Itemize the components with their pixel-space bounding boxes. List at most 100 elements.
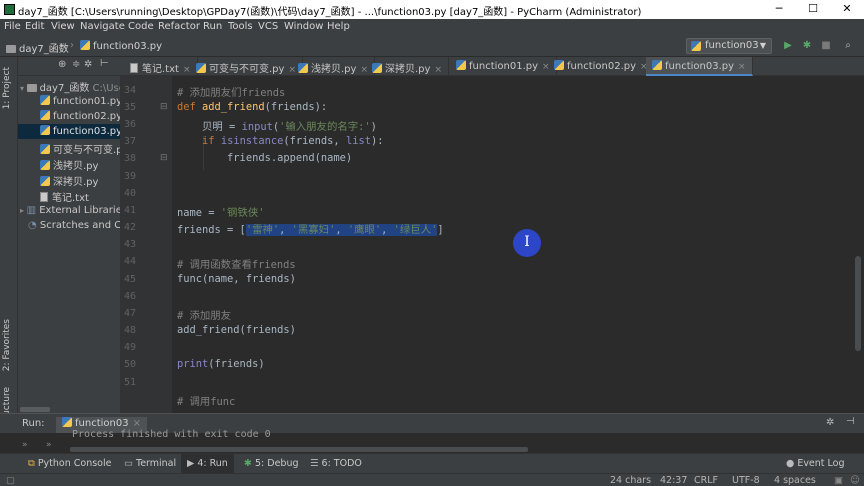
close-icon[interactable]: ×: [738, 62, 746, 72]
debug-icon[interactable]: ✱: [799, 38, 815, 54]
tool-debug[interactable]: ✱ 5: Debug: [244, 458, 299, 469]
selection-count: 24 chars: [610, 475, 652, 486]
close-button[interactable]: ✕: [832, 0, 862, 19]
expand-arrow-icon: ▾: [20, 84, 27, 93]
mouse-cursor-indicator: I: [513, 229, 541, 257]
tree-file-shallow-copy[interactable]: 浅拷贝.py: [40, 157, 120, 172]
line-number: 35: [123, 102, 136, 113]
menu-window[interactable]: Window: [284, 21, 323, 32]
tree-file-function03[interactable]: function03.py: [18, 124, 120, 139]
breadcrumb-file[interactable]: function03.py: [80, 40, 162, 52]
code-line-35: def add_friend(friends):: [177, 101, 328, 113]
tool-todo[interactable]: ☰ 6: TODO: [310, 458, 362, 469]
menu-edit[interactable]: Edit: [25, 21, 44, 32]
tab-function02[interactable]: function02.py ×: [548, 57, 655, 76]
line-number: 51: [123, 377, 136, 388]
double-chevron-icon[interactable]: »: [46, 440, 52, 450]
code-line-44: # 调用函数查看friends: [177, 259, 296, 271]
line-number: 41: [123, 205, 136, 216]
menu-tools[interactable]: Tools: [228, 21, 253, 32]
folder-icon: [26, 84, 37, 92]
gear-icon[interactable]: ✲: [826, 417, 834, 428]
stop-icon[interactable]: ■: [818, 38, 834, 54]
tab-function01[interactable]: function01.py ×: [450, 57, 557, 76]
breadcrumb-project[interactable]: day7_函数: [6, 40, 69, 55]
hide-icon[interactable]: ⊢: [100, 58, 109, 69]
target-icon[interactable]: ⊕: [58, 59, 66, 70]
run-config-select[interactable]: function03 ▼: [686, 38, 772, 54]
line-number: 47: [123, 308, 136, 319]
editor-tabs: 笔记.txt × 可变与不可变.py × 浅拷贝.py × 深拷贝.py × funct…: [120, 57, 864, 76]
line-number: 39: [123, 171, 136, 182]
tree-root[interactable]: ▾ day7_函数 C:\Use: [20, 79, 120, 94]
project-scrollbar[interactable]: [20, 407, 50, 412]
tree-scratches[interactable]: ◔ Scratches and Co: [20, 220, 120, 231]
close-icon[interactable]: ×: [434, 65, 442, 75]
tab-project[interactable]: 1: Project: [2, 67, 12, 109]
tab-mutable[interactable]: 可变与不可变.py ×: [190, 57, 303, 76]
editor-scrollbar[interactable]: [852, 76, 864, 413]
tab-deep-copy[interactable]: 深拷贝.py ×: [366, 57, 449, 76]
indent-setting[interactable]: 4 spaces: [774, 475, 816, 486]
menu-code[interactable]: Code: [128, 21, 154, 32]
tab-function03[interactable]: function03.py ×: [646, 57, 753, 76]
fold-marker-icon[interactable]: ⊟: [160, 153, 168, 163]
tree-file-function01[interactable]: function01.py: [40, 95, 120, 107]
python-file-icon: [40, 160, 50, 170]
menu-view[interactable]: View: [51, 21, 75, 32]
maximize-button[interactable]: ☐: [798, 0, 828, 19]
tree-file-deep-copy[interactable]: 深拷贝.py: [40, 173, 120, 188]
scratches-icon: ◔: [28, 220, 40, 231]
scrollbar-thumb[interactable]: [855, 256, 861, 351]
minimize-button[interactable]: ─: [764, 0, 794, 19]
python-file-icon: [62, 417, 72, 427]
tool-terminal[interactable]: ▭ Terminal: [124, 458, 176, 469]
hide-panel-icon[interactable]: ⊣: [846, 416, 855, 427]
menu-help[interactable]: Help: [327, 21, 350, 32]
menu-refactor[interactable]: Refactor: [158, 21, 200, 32]
collapse-icon[interactable]: ≑: [72, 59, 80, 70]
tree-file-notes[interactable]: 笔记.txt: [40, 189, 120, 204]
tree-file-mutable[interactable]: 可变与不可变.p: [40, 141, 120, 156]
fold-marker-icon[interactable]: ⊟: [160, 102, 168, 112]
tree-file-function02[interactable]: function02.py: [40, 110, 120, 122]
project-panel-header: ⊕ ≑ ✲ ⊢: [18, 57, 120, 76]
code-line-42: friends = ['雷神', '黑寡妇', '鹰眼', '绿巨人']: [177, 224, 444, 236]
tab-notes[interactable]: 笔记.txt ×: [124, 57, 198, 76]
close-icon[interactable]: ×: [133, 418, 141, 429]
line-separator[interactable]: CRLF: [694, 475, 718, 486]
tab-shallow-copy[interactable]: 浅拷贝.py ×: [292, 57, 375, 76]
inspector-icon[interactable]: ☺: [850, 475, 860, 486]
menu-run[interactable]: Run: [203, 21, 222, 32]
line-number: 36: [123, 119, 136, 130]
run-icon: ▶: [187, 458, 198, 469]
tool-run[interactable]: ▶ 4: Run: [181, 454, 234, 473]
run-icon[interactable]: ▶: [780, 38, 796, 54]
python-file-icon: [554, 60, 564, 70]
double-chevron-icon[interactable]: »: [22, 440, 28, 450]
gear-icon[interactable]: ✲: [84, 59, 92, 70]
tool-python-console[interactable]: ⧉ Python Console: [28, 458, 111, 469]
line-number: 42: [123, 222, 136, 233]
line-number: 48: [123, 325, 136, 336]
layout-icon[interactable]: ▢: [6, 475, 15, 486]
title-bar: day7_函数 [C:\Users\running\Desktop\GPDay7…: [0, 0, 864, 19]
line-number: 46: [123, 291, 136, 302]
menu-vcs[interactable]: VCS: [258, 21, 278, 32]
tool-window-bar: ⧉ Python Console ▭ Terminal ▶ 4: Run ✱ 5…: [0, 453, 864, 473]
code-line-45: func(name, friends): [177, 273, 296, 285]
text-file-icon: [40, 192, 48, 202]
menu-file[interactable]: File: [4, 21, 21, 32]
breadcrumb-separator-icon: ›: [70, 40, 74, 51]
lock-icon[interactable]: ▣: [834, 475, 843, 486]
console-scrollbar[interactable]: [70, 447, 528, 452]
cursor-position[interactable]: 42:37: [660, 475, 687, 486]
menu-navigate[interactable]: Navigate: [80, 21, 125, 32]
code-line-34: # 添加朋友们friends: [177, 87, 286, 99]
tree-external-libraries[interactable]: ▸ ▥ External Libraries: [20, 205, 120, 216]
tab-favorites[interactable]: 2: Favorites: [2, 319, 12, 371]
debug-icon: ✱: [244, 458, 255, 469]
search-icon[interactable]: ⌕: [840, 38, 856, 54]
tool-event-log[interactable]: ● Event Log: [786, 458, 845, 469]
file-encoding[interactable]: UTF-8: [732, 475, 760, 486]
